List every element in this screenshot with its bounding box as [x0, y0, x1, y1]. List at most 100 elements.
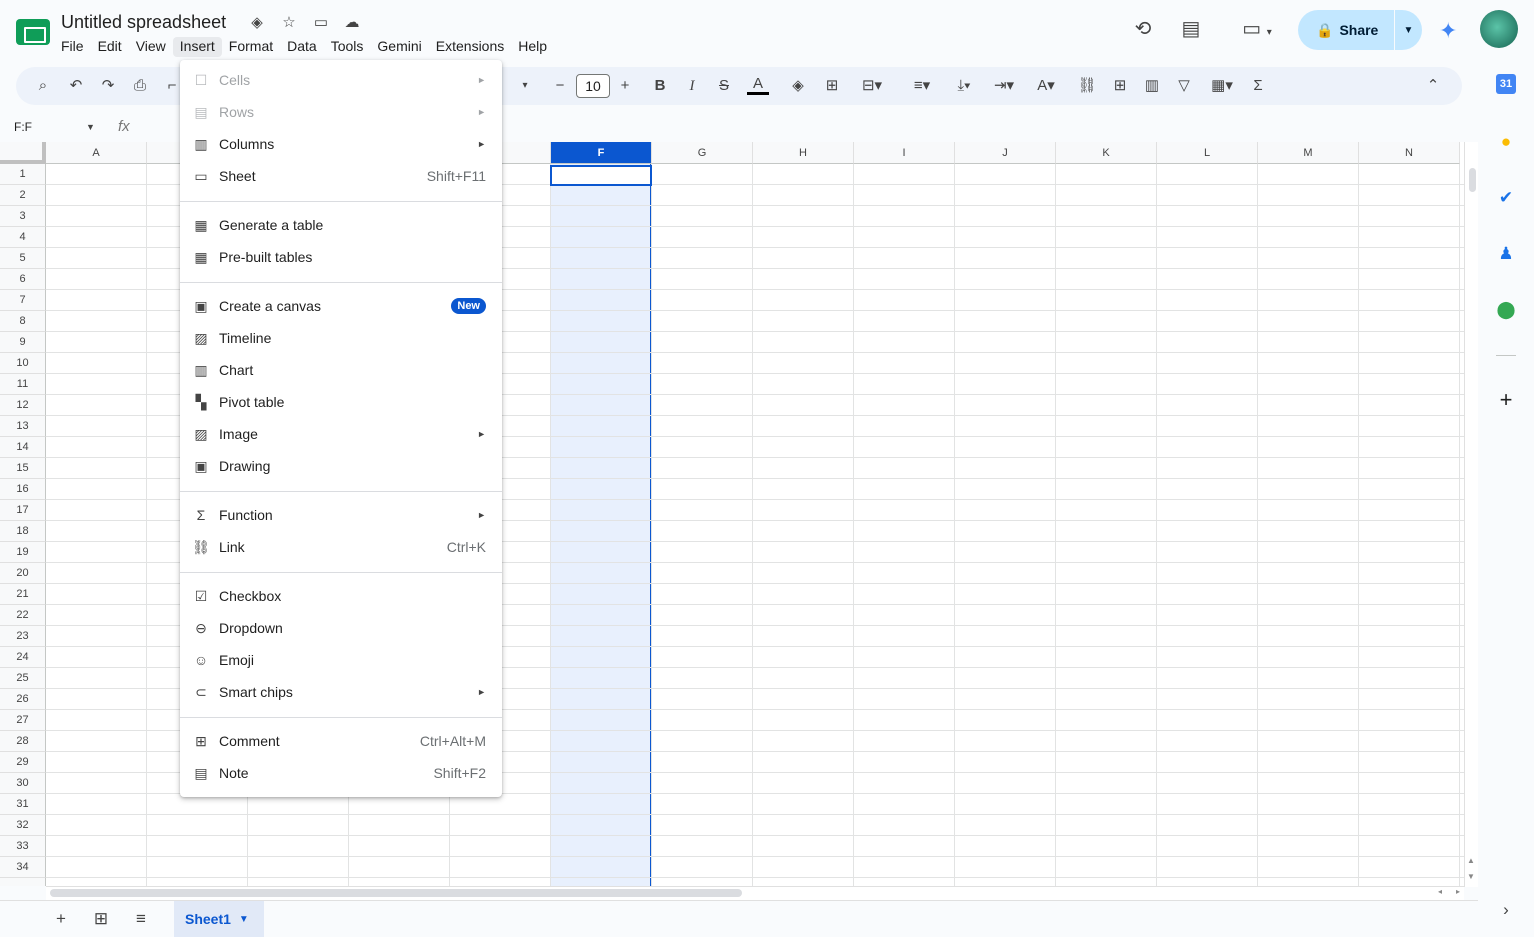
borders-icon[interactable]: ⊞ — [821, 75, 843, 97]
name-box[interactable]: F:F — [14, 120, 32, 134]
insert-comment-icon[interactable]: ⊞ — [1109, 75, 1131, 97]
row-header[interactable]: 1 — [0, 164, 46, 185]
insert-menu-item-image[interactable]: ▨ Image ► — [180, 418, 502, 450]
sheets-logo-icon[interactable] — [16, 19, 50, 45]
column-header-f[interactable]: F — [551, 142, 652, 164]
meet-icon[interactable]: ▭ ▾ — [1234, 16, 1280, 42]
comments-icon[interactable]: ▤ — [1178, 16, 1204, 42]
insert-link-icon[interactable]: ⛓ — [1076, 75, 1098, 97]
strikethrough-icon[interactable]: S — [713, 75, 735, 97]
insert-menu-item-drawing[interactable]: ▣ Drawing — [180, 450, 502, 482]
menu-help[interactable]: Help — [511, 37, 554, 57]
sheet-tab-sheet1[interactable]: Sheet1 ▼ — [174, 901, 264, 937]
insert-menu-item-note[interactable]: ▤ Note Shift+F2 — [180, 757, 502, 789]
menu-format[interactable]: Format — [222, 37, 280, 57]
avatar[interactable] — [1480, 10, 1518, 48]
insert-menu-item-checkbox[interactable]: ☑ Checkbox — [180, 580, 502, 612]
add-sheet-icon[interactable]: + — [50, 908, 72, 930]
text-color-icon[interactable]: A — [747, 75, 769, 95]
row-header[interactable]: 12 — [0, 395, 46, 416]
column-header-i[interactable]: I — [854, 142, 955, 164]
row-header[interactable]: 5 — [0, 248, 46, 269]
scroll-right-icon[interactable]: ▸ — [1456, 887, 1460, 896]
row-header[interactable]: 16 — [0, 479, 46, 500]
bold-icon[interactable]: B — [649, 75, 671, 97]
insert-menu-item-pivot-table[interactable]: ▚ Pivot table — [180, 386, 502, 418]
column-header-k[interactable]: K — [1056, 142, 1157, 164]
row-header[interactable]: 34 — [0, 857, 46, 878]
share-button[interactable]: 🔒 Share ▼ — [1298, 10, 1422, 50]
row-header[interactable]: 8 — [0, 311, 46, 332]
sheet-views-icon[interactable]: ⊞ — [90, 908, 112, 930]
undo-icon[interactable]: ↶ — [65, 75, 87, 97]
maps-icon[interactable]: ⬤ — [1494, 298, 1518, 322]
share-main[interactable]: 🔒 Share — [1298, 22, 1394, 39]
italic-icon[interactable]: I — [681, 75, 703, 97]
row-header[interactable]: 24 — [0, 647, 46, 668]
menu-insert[interactable]: Insert — [172, 37, 222, 57]
column-header-m[interactable]: M — [1258, 142, 1359, 164]
insert-menu-item-columns[interactable]: ▥ Columns ► — [180, 128, 502, 160]
row-header[interactable]: 2 — [0, 185, 46, 206]
insert-menu-item-function[interactable]: Σ Function ► — [180, 499, 502, 531]
menu-file[interactable]: File — [54, 37, 91, 57]
name-box-dropdown-icon[interactable]: ▼ — [86, 122, 95, 132]
row-header[interactable]: 15 — [0, 458, 46, 479]
column-header-g[interactable]: G — [652, 142, 753, 164]
font-dropdown-icon[interactable]: ▾ — [514, 75, 536, 97]
scroll-left-icon[interactable]: ◂ — [1438, 887, 1442, 896]
table-views-icon[interactable]: ▦▾ — [1204, 75, 1240, 97]
scroll-up-icon[interactable]: ▲ — [1467, 856, 1475, 865]
move-folder-icon[interactable]: ▭ — [312, 14, 330, 32]
column-header-h[interactable]: H — [753, 142, 854, 164]
functions-icon[interactable]: Σ — [1247, 75, 1269, 97]
menu-view[interactable]: View — [129, 37, 173, 57]
row-header[interactable]: 4 — [0, 227, 46, 248]
row-header[interactable]: 23 — [0, 626, 46, 647]
row-header[interactable]: 25 — [0, 668, 46, 689]
calendar-icon[interactable]: 31 — [1496, 74, 1516, 94]
row-header[interactable]: 21 — [0, 584, 46, 605]
show-side-panel-icon[interactable]: › — [1494, 898, 1518, 922]
horizontal-align-icon[interactable]: ≡▾ — [904, 75, 940, 97]
insert-menu-item-smart-chips[interactable]: ⊂ Smart chips ► — [180, 676, 502, 708]
row-header[interactable]: 13 — [0, 416, 46, 437]
document-title[interactable]: Untitled spreadsheet — [61, 12, 226, 33]
scroll-down-icon[interactable]: ▼ — [1467, 872, 1475, 881]
select-all-corner[interactable] — [0, 142, 46, 164]
font-size-input[interactable]: 10 — [576, 74, 610, 98]
badge-icon[interactable]: ◈ — [248, 14, 266, 32]
filter-icon[interactable]: ▽ — [1173, 75, 1195, 97]
insert-menu-item-dropdown[interactable]: ⊖ Dropdown — [180, 612, 502, 644]
menu-extensions[interactable]: Extensions — [429, 37, 511, 57]
row-header[interactable]: 26 — [0, 689, 46, 710]
insert-menu-item-comment[interactable]: ⊞ Comment Ctrl+Alt+M — [180, 725, 502, 757]
row-header[interactable]: 9 — [0, 332, 46, 353]
row-header[interactable]: 30 — [0, 773, 46, 794]
row-header[interactable]: 6 — [0, 269, 46, 290]
decrease-font-size-icon[interactable]: − — [549, 75, 571, 97]
fill-color-icon[interactable]: ◈ — [787, 75, 809, 97]
version-history-icon[interactable]: ⟲ — [1130, 16, 1156, 42]
column-header-a[interactable]: A — [46, 142, 147, 164]
row-header[interactable]: 29 — [0, 752, 46, 773]
row-header[interactable]: 31 — [0, 794, 46, 815]
insert-menu-item-link[interactable]: ⛓ Link Ctrl+K — [180, 531, 502, 563]
all-sheets-icon[interactable]: ≡ — [130, 908, 152, 930]
sheet-tab-dropdown-icon[interactable]: ▼ — [239, 914, 249, 925]
insert-menu-item-pre-built-tables[interactable]: ▦ Pre-built tables — [180, 241, 502, 273]
insert-menu-item-sheet[interactable]: ▭ Sheet Shift+F11 — [180, 160, 502, 192]
text-rotation-icon[interactable]: A▾ — [1028, 75, 1064, 97]
merge-cells-icon[interactable]: ⊟▾ — [854, 75, 890, 97]
redo-icon[interactable]: ↷ — [97, 75, 119, 97]
row-header[interactable]: 33 — [0, 836, 46, 857]
insert-chart-icon[interactable]: ▥ — [1141, 75, 1163, 97]
collapse-toolbar-icon[interactable]: ⌃ — [1422, 75, 1444, 97]
search-menus-icon[interactable]: ⌕ — [32, 75, 54, 97]
contacts-icon[interactable]: ♟ — [1494, 242, 1518, 266]
increase-font-size-icon[interactable]: + — [614, 75, 636, 97]
column-header-j[interactable]: J — [955, 142, 1056, 164]
row-header[interactable]: 14 — [0, 437, 46, 458]
share-dropdown-icon[interactable]: ▼ — [1395, 25, 1422, 36]
row-header[interactable]: 20 — [0, 563, 46, 584]
